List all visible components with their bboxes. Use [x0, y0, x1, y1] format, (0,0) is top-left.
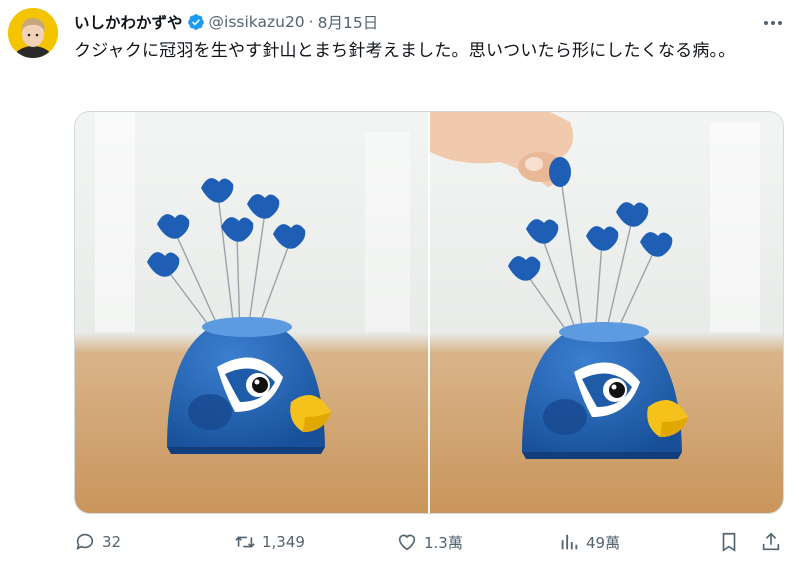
retweet-count: 1,349: [262, 533, 305, 551]
action-bar: 32 1,349 1.3萬 49萬: [74, 527, 786, 557]
retweet-button[interactable]: 1,349: [234, 527, 305, 557]
tweet-media: [74, 111, 784, 514]
media-photo-2[interactable]: [430, 112, 783, 513]
like-count: 1.3萬: [424, 533, 463, 552]
reply-icon: [76, 533, 94, 550]
author-handle[interactable]: @issikazu20: [209, 13, 305, 31]
more-options-icon[interactable]: [761, 14, 785, 32]
media-photo-1[interactable]: [75, 112, 428, 513]
verified-badge-icon: [187, 14, 204, 30]
separator-dot: ·: [308, 13, 314, 31]
heart-icon: [398, 534, 416, 551]
tweet-text: クジャクに冠羽を生やす針山とまち針考えました。思いついたら形にしたくなる病。。: [74, 41, 736, 61]
share-icon: [762, 532, 780, 551]
bookmark-button[interactable]: [718, 527, 740, 557]
view-count: 49萬: [586, 533, 621, 552]
tweet-date[interactable]: 8月15日: [318, 11, 379, 33]
analytics-icon: [561, 534, 578, 550]
avatar[interactable]: [8, 8, 58, 58]
bookmark-icon: [722, 532, 736, 552]
share-button[interactable]: [760, 527, 782, 557]
author-name[interactable]: いしかわかずや: [74, 11, 183, 33]
reply-count: 32: [102, 533, 122, 551]
retweet-icon: [235, 536, 255, 548]
like-button[interactable]: 1.3萬: [396, 527, 463, 557]
reply-button[interactable]: 32: [74, 527, 121, 557]
tweet-header: いしかわかずや @issikazu20 · 8月15日: [74, 10, 378, 34]
views-button[interactable]: 49萬: [558, 527, 620, 557]
